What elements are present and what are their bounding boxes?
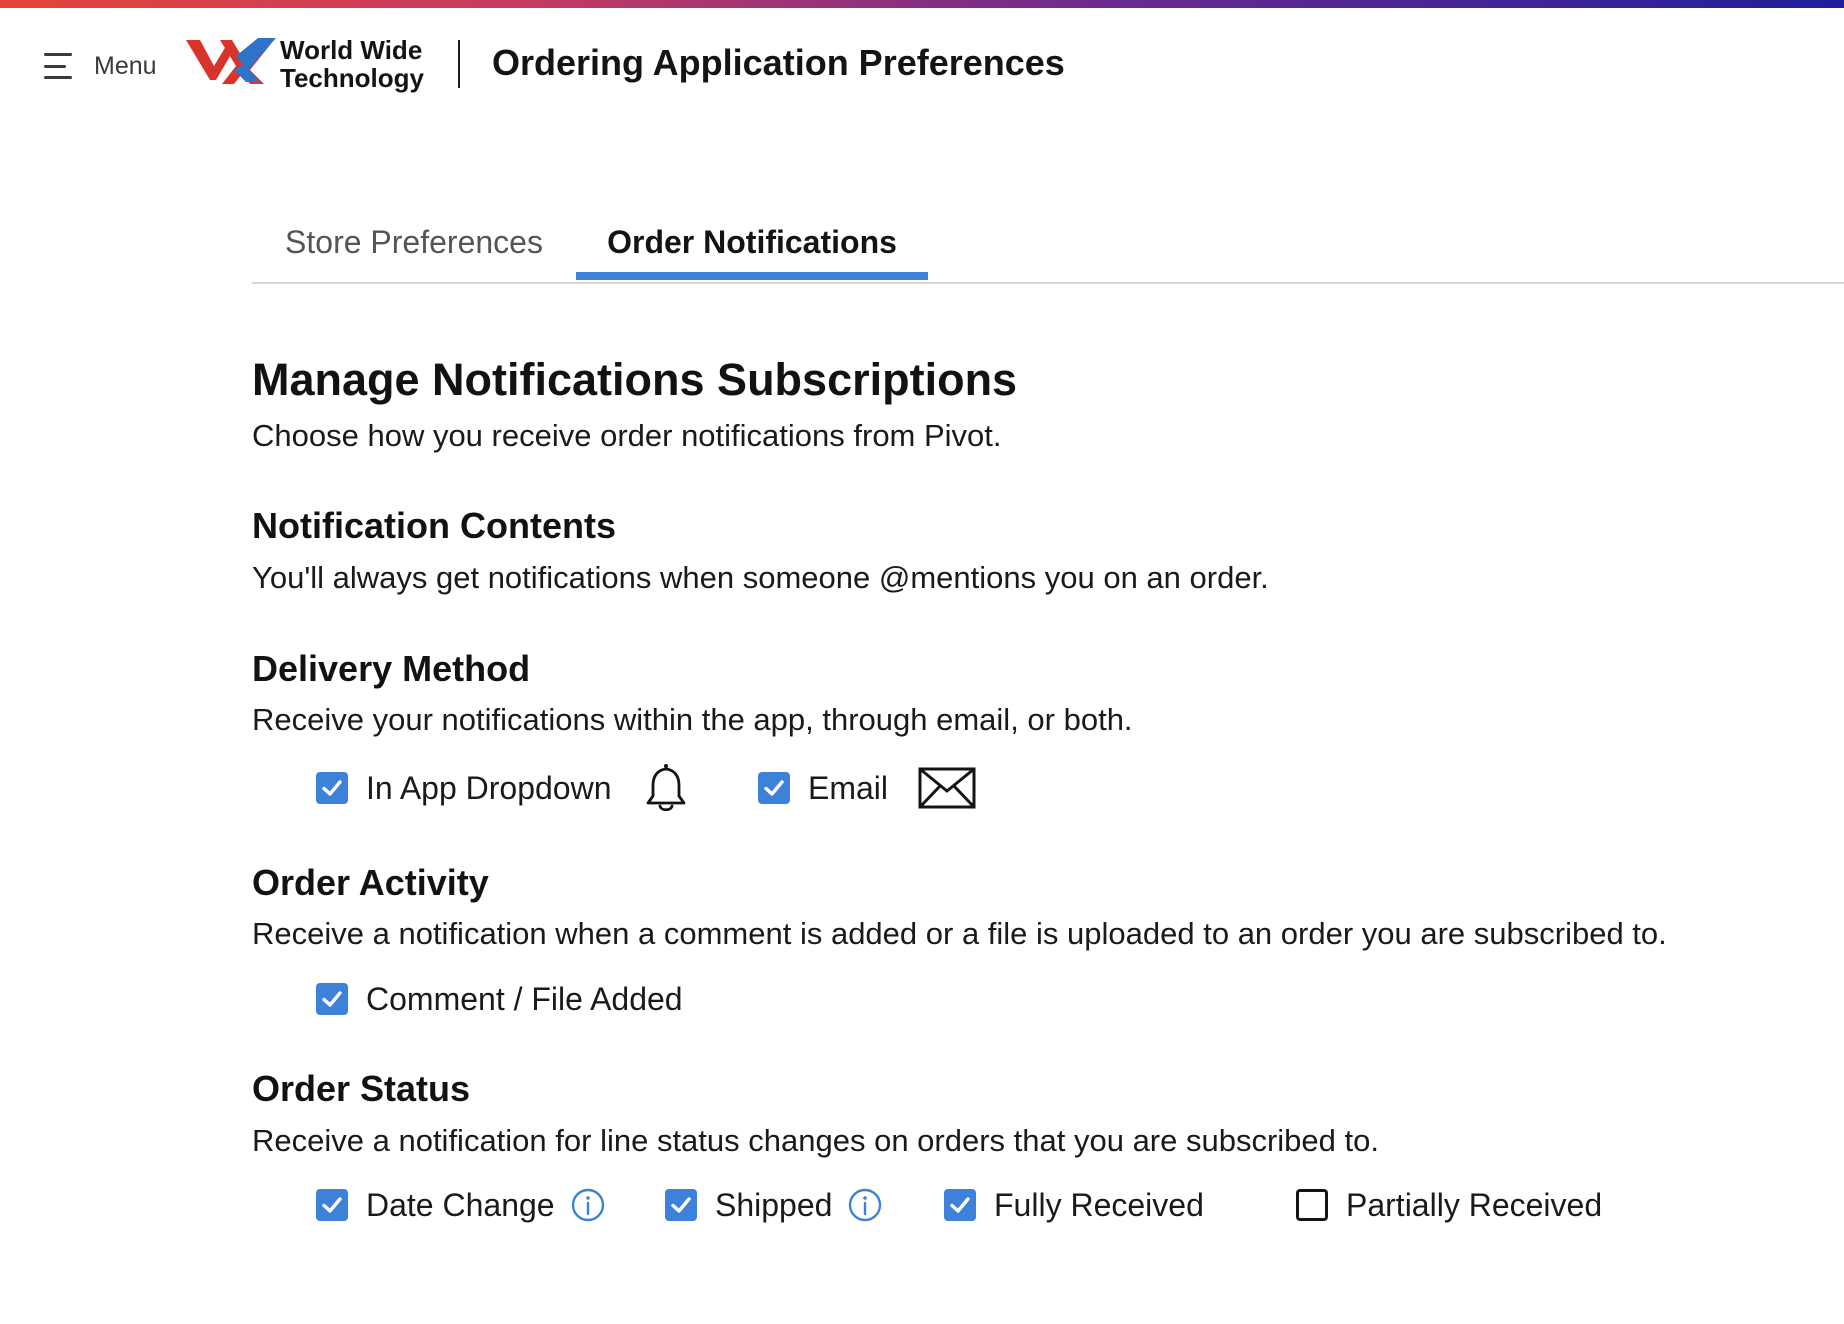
menu-label: Menu — [94, 51, 157, 80]
in-app-dropdown-label: In App Dropdown — [366, 769, 612, 806]
email-checkbox[interactable]: Email — [758, 764, 976, 812]
logo-wordmark: World Wide Technology — [280, 36, 424, 92]
fully-received-checkbox[interactable]: Fully Received — [944, 1181, 1204, 1229]
date-change-label: Date Change — [366, 1186, 555, 1223]
checkbox-checked-icon — [944, 1189, 976, 1221]
active-tab-indicator — [576, 272, 928, 280]
info-icon[interactable] — [571, 1188, 605, 1222]
checkbox-checked-icon — [665, 1189, 697, 1221]
delivery-description: Receive your notifications within the ap… — [252, 702, 1133, 737]
page: Menu World Wide Technology Ordering Appl… — [0, 0, 1844, 1324]
menu-button[interactable]: Menu — [44, 46, 157, 86]
contents-description: You'll always get notifications when som… — [252, 560, 1269, 595]
logo-line-1: World Wide — [280, 35, 423, 65]
tab-store-preferences[interactable]: Store Preferences — [252, 218, 576, 286]
in-app-dropdown-checkbox[interactable]: In App Dropdown — [316, 764, 688, 812]
activity-heading: Order Activity — [252, 862, 489, 903]
checkbox-checked-icon — [316, 983, 348, 1015]
date-change-checkbox[interactable]: Date Change — [316, 1181, 605, 1229]
page-title: Ordering Application Preferences — [492, 42, 1065, 83]
delivery-heading: Delivery Method — [252, 648, 531, 689]
activity-description: Receive a notification when a comment is… — [252, 916, 1667, 951]
checkbox-checked-icon — [758, 772, 790, 804]
bell-icon — [644, 762, 688, 814]
wwt-logo[interactable] — [186, 36, 278, 86]
shipped-label: Shipped — [715, 1186, 833, 1223]
header-divider — [458, 40, 460, 88]
checkbox-unchecked-icon — [1296, 1189, 1328, 1221]
tab-bar: Store Preferences Order Notifications — [252, 218, 1844, 284]
status-heading: Order Status — [252, 1068, 471, 1109]
email-label: Email — [808, 769, 889, 806]
status-description: Receive a notification for line status c… — [252, 1123, 1379, 1158]
comment-file-added-checkbox[interactable]: Comment / File Added — [316, 975, 683, 1023]
checkbox-checked-icon — [316, 772, 348, 804]
logo-line-2: Technology — [280, 63, 424, 93]
fully-received-label: Fully Received — [994, 1186, 1204, 1223]
partially-received-checkbox[interactable]: Partially Received — [1296, 1181, 1602, 1229]
section-title: Manage Notifications Subscriptions — [252, 354, 1018, 405]
section-subtitle: Choose how you receive order notificatio… — [252, 418, 1002, 453]
partially-received-label: Partially Received — [1346, 1186, 1603, 1223]
shipped-checkbox[interactable]: Shipped — [665, 1181, 882, 1229]
envelope-icon — [918, 767, 976, 809]
info-icon[interactable] — [848, 1188, 882, 1222]
contents-heading: Notification Contents — [252, 505, 616, 546]
hamburger-icon — [44, 53, 74, 79]
brand-gradient-bar — [0, 0, 1844, 8]
comment-file-added-label: Comment / File Added — [366, 980, 683, 1017]
checkbox-checked-icon — [316, 1189, 348, 1221]
